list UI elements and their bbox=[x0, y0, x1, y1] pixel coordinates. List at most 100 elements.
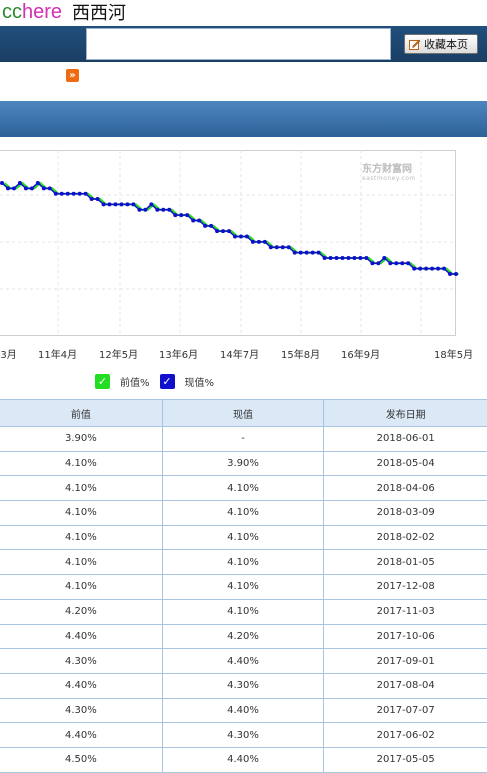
data-point[interactable] bbox=[17, 181, 22, 185]
legend-item-previous[interactable]: ✓ 前值% bbox=[95, 374, 150, 389]
data-point[interactable] bbox=[238, 234, 243, 239]
data-point[interactable] bbox=[274, 245, 279, 250]
data-point[interactable] bbox=[173, 213, 178, 218]
previous-cell: 4.30% bbox=[0, 648, 163, 674]
data-point[interactable] bbox=[155, 207, 160, 212]
data-point[interactable] bbox=[310, 250, 315, 255]
data-point[interactable] bbox=[358, 255, 363, 260]
data-point[interactable] bbox=[161, 207, 166, 212]
current-cell: 3.90% bbox=[161, 450, 325, 477]
data-point[interactable] bbox=[35, 181, 40, 185]
data-point[interactable] bbox=[131, 202, 136, 207]
data-point[interactable] bbox=[167, 207, 172, 212]
current-cell: 4.10% bbox=[161, 524, 325, 551]
data-point[interactable] bbox=[400, 261, 405, 266]
bookmark-button[interactable]: 收藏本页 bbox=[404, 34, 478, 54]
data-point[interactable] bbox=[29, 186, 34, 191]
checkmark-icon[interactable]: ✓ bbox=[159, 374, 175, 389]
data-point[interactable] bbox=[0, 181, 4, 185]
data-point[interactable] bbox=[346, 255, 351, 260]
data-point[interactable] bbox=[227, 229, 231, 234]
data-point[interactable] bbox=[221, 229, 226, 234]
current-cell: 4.10% bbox=[161, 574, 325, 600]
data-point[interactable] bbox=[77, 191, 82, 196]
data-point[interactable] bbox=[119, 202, 124, 207]
data-point[interactable] bbox=[107, 202, 112, 207]
data-point[interactable] bbox=[364, 255, 369, 260]
watermark-text: 东方财富网 bbox=[362, 164, 412, 175]
data-point[interactable] bbox=[430, 266, 435, 271]
data-point[interactable] bbox=[442, 266, 447, 271]
data-point[interactable] bbox=[53, 191, 58, 196]
current-cell: 4.40% bbox=[161, 746, 325, 773]
date-cell: 2017-09-01 bbox=[323, 648, 487, 674]
data-point[interactable] bbox=[209, 223, 214, 228]
data-point[interactable] bbox=[322, 255, 327, 260]
search-input[interactable] bbox=[86, 28, 391, 60]
data-point[interactable] bbox=[304, 250, 309, 255]
chart-legend: ✓ 前值% ✓ 现值% bbox=[95, 374, 224, 389]
data-point[interactable] bbox=[95, 197, 100, 202]
watermark-subtext: eastmoney.com bbox=[362, 175, 416, 182]
data-point[interactable] bbox=[376, 261, 381, 266]
data-point[interactable] bbox=[137, 207, 142, 212]
site-logo[interactable]: cchere 西西河 bbox=[2, 0, 126, 25]
data-point[interactable] bbox=[197, 218, 202, 223]
data-point[interactable] bbox=[262, 239, 267, 244]
data-point[interactable] bbox=[382, 255, 387, 260]
data-point[interactable] bbox=[179, 213, 184, 218]
table-row: 4.10% 4.10% 2018-02-02 bbox=[0, 524, 487, 551]
data-point[interactable] bbox=[340, 255, 345, 260]
data-point[interactable] bbox=[11, 186, 16, 191]
data-point[interactable] bbox=[352, 255, 357, 260]
legend-item-current[interactable]: ✓ 现值% bbox=[159, 374, 214, 389]
current-cell: 4.10% bbox=[161, 475, 325, 502]
data-point[interactable] bbox=[185, 213, 190, 218]
data-point[interactable] bbox=[244, 234, 249, 239]
data-point[interactable] bbox=[23, 186, 28, 191]
data-point[interactable] bbox=[316, 250, 321, 255]
data-point[interactable] bbox=[328, 255, 333, 260]
data-point[interactable] bbox=[125, 202, 130, 207]
data-point[interactable] bbox=[65, 191, 70, 196]
data-point[interactable] bbox=[149, 202, 154, 207]
rss-icon[interactable]: » bbox=[66, 69, 79, 82]
data-point[interactable] bbox=[5, 186, 10, 191]
data-point[interactable] bbox=[394, 261, 399, 266]
data-point[interactable] bbox=[280, 245, 285, 250]
data-point[interactable] bbox=[370, 261, 375, 266]
data-point[interactable] bbox=[448, 272, 453, 276]
current-cell: 4.30% bbox=[161, 672, 325, 699]
data-point[interactable] bbox=[59, 191, 64, 196]
previous-cell: 4.50% bbox=[0, 746, 163, 773]
data-point[interactable] bbox=[388, 261, 393, 266]
data-point[interactable] bbox=[191, 218, 196, 223]
data-point[interactable] bbox=[412, 266, 417, 271]
x-axis-tick-label: 13年6月 bbox=[159, 350, 199, 361]
data-point[interactable] bbox=[256, 239, 261, 244]
data-point[interactable] bbox=[454, 272, 458, 276]
data-point[interactable] bbox=[418, 266, 423, 271]
data-point[interactable] bbox=[436, 266, 441, 271]
data-point[interactable] bbox=[250, 239, 255, 244]
data-point[interactable] bbox=[143, 207, 148, 212]
data-point[interactable] bbox=[203, 223, 208, 228]
data-point[interactable] bbox=[298, 250, 303, 255]
data-point[interactable] bbox=[47, 186, 52, 191]
data-point[interactable] bbox=[71, 191, 76, 196]
current-cell: - bbox=[161, 426, 325, 452]
data-point[interactable] bbox=[286, 245, 291, 250]
data-point[interactable] bbox=[334, 255, 339, 260]
data-point[interactable] bbox=[89, 197, 94, 202]
data-point[interactable] bbox=[83, 191, 88, 196]
data-point[interactable] bbox=[406, 261, 411, 266]
checkmark-icon[interactable]: ✓ bbox=[95, 374, 110, 389]
data-point[interactable] bbox=[268, 245, 273, 250]
data-point[interactable] bbox=[41, 186, 46, 191]
data-point[interactable] bbox=[232, 234, 237, 239]
data-point[interactable] bbox=[424, 266, 429, 271]
data-point[interactable] bbox=[292, 250, 297, 255]
data-point[interactable] bbox=[113, 202, 118, 207]
data-point[interactable] bbox=[215, 229, 220, 234]
data-point[interactable] bbox=[101, 202, 106, 207]
